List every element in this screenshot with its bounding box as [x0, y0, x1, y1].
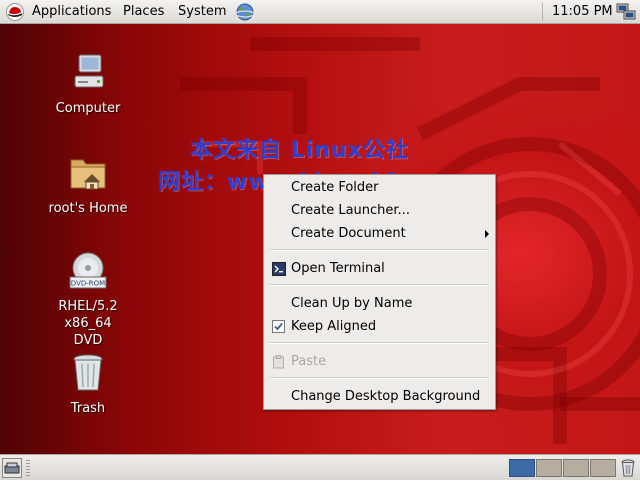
show-desktop-icon: [4, 462, 20, 474]
desktop-icon-dvd[interactable]: DVD-ROM RHEL/5.2 x86_64 DVD: [33, 250, 143, 349]
menu-item-label: Create Folder: [291, 180, 379, 195]
menu-item-create-folder[interactable]: Create Folder: [264, 177, 495, 199]
desktop-icon-trash[interactable]: Trash: [33, 352, 143, 417]
top-panel: Applications Places System 11:05 PM: [0, 0, 640, 24]
computer-icon: [74, 54, 104, 88]
menu-separator: [270, 284, 489, 286]
menu-item-clean-up-by-name[interactable]: Clean Up by Name: [264, 293, 495, 315]
menu-item-label: Paste: [291, 354, 327, 369]
workspace-4[interactable]: [590, 459, 616, 477]
network-icon[interactable]: [616, 3, 636, 21]
desktop-icon-label: Computer: [55, 101, 121, 116]
workspace-3[interactable]: [563, 459, 589, 477]
menu-item-paste[interactable]: Paste: [264, 351, 495, 373]
desktop-icon-home[interactable]: root's Home: [33, 152, 143, 217]
show-desktop-button[interactable]: [2, 458, 22, 478]
clock[interactable]: 11:05 PM: [552, 4, 613, 19]
panel-separator: [542, 3, 543, 21]
menu-item-label: Open Terminal: [291, 261, 385, 276]
workspace-2[interactable]: [536, 459, 562, 477]
dvd-badge: DVD-ROM: [71, 280, 105, 288]
bottom-panel: [0, 454, 640, 480]
menu-separator: [270, 342, 489, 344]
redhat-icon[interactable]: [6, 3, 24, 21]
terminal-icon: [272, 262, 286, 276]
menu-item-keep-aligned[interactable]: Keep Aligned: [264, 316, 495, 338]
menu-item-create-document[interactable]: Create Document: [264, 223, 495, 245]
applications-menu[interactable]: Applications: [32, 4, 111, 19]
home-folder-icon: [70, 159, 106, 190]
desktop-icon-computer[interactable]: Computer: [33, 52, 143, 117]
desktop-icon-label: Trash: [70, 401, 106, 416]
desktop-icon-label: root's Home: [48, 201, 128, 216]
dvd-icon: DVD-ROM: [69, 252, 107, 289]
panel-grip[interactable]: [26, 460, 30, 476]
desktop-icon-label: RHEL/5.2 x86_64 DVD: [33, 298, 143, 349]
menu-item-label: Create Launcher...: [291, 203, 410, 218]
desktop-icon-label-line2: DVD: [73, 333, 103, 348]
menu-item-label: Change Desktop Background: [291, 389, 481, 404]
menu-item-change-desktop-background[interactable]: Change Desktop Background: [264, 386, 495, 408]
trash-icon[interactable]: [620, 459, 636, 477]
workspace-1[interactable]: [509, 459, 535, 477]
menu-item-create-launcher[interactable]: Create Launcher...: [264, 200, 495, 222]
places-menu[interactable]: Places: [123, 4, 164, 19]
menu-item-label: Create Document: [291, 226, 406, 241]
checkbox-checked-icon: [272, 320, 285, 333]
trash-icon: [73, 354, 103, 391]
paste-icon: [273, 355, 284, 369]
menu-separator: [270, 377, 489, 379]
submenu-arrow-icon: [485, 230, 489, 238]
menu-item-label: Keep Aligned: [291, 319, 377, 334]
menu-item-label: Clean Up by Name: [291, 296, 413, 311]
system-menu[interactable]: System: [178, 4, 226, 19]
desktop-icon-label-line1: RHEL/5.2 x86_64: [58, 299, 118, 331]
globe-icon[interactable]: [235, 2, 255, 22]
watermark-line1: 本文来自 Linux公社: [190, 138, 409, 163]
menu-item-open-terminal[interactable]: Open Terminal: [264, 258, 495, 280]
desktop-context-menu: Create Folder Create Launcher... Create …: [263, 174, 496, 410]
menu-separator: [270, 249, 489, 251]
